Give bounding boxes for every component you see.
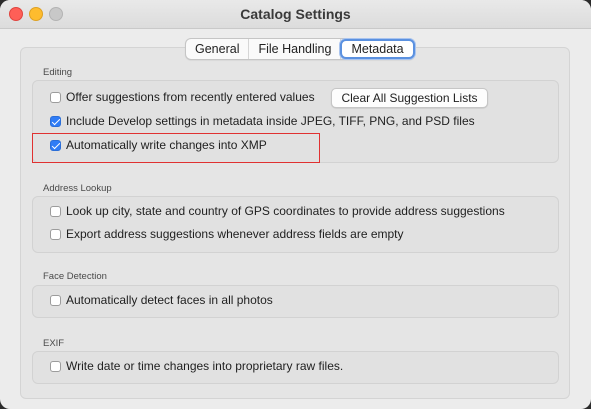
offer-suggestions-checkbox[interactable] — [50, 91, 61, 103]
auto-detect-faces-checkbox[interactable] — [50, 294, 61, 306]
include-develop-label: Include Develop settings in metadata ins… — [66, 114, 475, 128]
tab-general[interactable]: General — [186, 39, 250, 59]
clear-all-suggestion-lists-button[interactable]: Clear All Suggestion Lists — [331, 88, 488, 108]
export-suggestions-label: Export address suggestions whenever addr… — [66, 227, 404, 241]
write-date-label: Write date or time changes into propriet… — [66, 359, 344, 373]
offer-suggestions-label: Offer suggestions from recently entered … — [66, 90, 315, 104]
face-detection-section-label: Face Detection — [43, 271, 107, 282]
auto-write-xmp-option[interactable]: Automatically write changes into XMP — [50, 137, 267, 153]
window-title: Catalog Settings — [240, 6, 351, 22]
auto-detect-faces-label: Automatically detect faces in all photos — [66, 293, 273, 307]
offer-suggestions-option[interactable]: Offer suggestions from recently entered … — [50, 89, 315, 105]
tab-bar: General File Handling Metadata — [185, 38, 415, 60]
gps-lookup-option[interactable]: Look up city, state and country of GPS c… — [50, 203, 505, 219]
export-suggestions-option[interactable]: Export address suggestions whenever addr… — [50, 226, 404, 242]
write-date-option[interactable]: Write date or time changes into propriet… — [50, 358, 343, 374]
tab-file-handling[interactable]: File Handling — [249, 39, 342, 59]
write-date-checkbox[interactable] — [50, 360, 61, 372]
exif-section-label: EXIF — [43, 338, 65, 349]
auto-detect-faces-option[interactable]: Automatically detect faces in all photos — [50, 292, 273, 308]
editing-section-label: Editing — [43, 67, 73, 78]
gps-lookup-label: Look up city, state and country of GPS c… — [66, 204, 505, 218]
catalog-settings-window: Catalog Settings General File Handling M… — [0, 0, 591, 409]
include-develop-option[interactable]: Include Develop settings in metadata ins… — [50, 113, 475, 129]
auto-write-xmp-checkbox[interactable] — [50, 139, 61, 151]
include-develop-checkbox[interactable] — [50, 115, 61, 127]
title-bar: Catalog Settings — [0, 0, 591, 29]
address-lookup-section-label: Address Lookup — [43, 183, 112, 194]
auto-write-xmp-label: Automatically write changes into XMP — [66, 138, 267, 152]
gps-lookup-checkbox[interactable] — [50, 205, 61, 217]
tab-metadata[interactable]: Metadata — [340, 39, 415, 59]
export-suggestions-checkbox[interactable] — [50, 228, 61, 240]
